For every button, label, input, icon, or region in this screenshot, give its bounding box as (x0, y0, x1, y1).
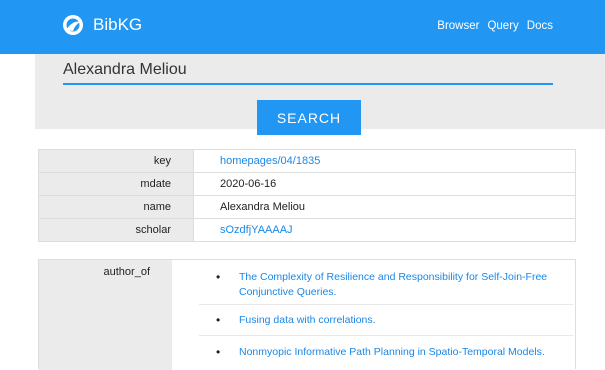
bullet-icon: • (216, 345, 221, 359)
nav-links: Browser Query Docs (437, 20, 553, 32)
field-mdate-label: mdate (38, 172, 194, 196)
publication-link[interactable]: Nonmyopic Informative Path Planning in S… (239, 336, 573, 360)
list-item: • The Complexity of Resilience and Respo… (199, 260, 573, 305)
list-item: • Nonmyopic Informative Path Planning in… (199, 336, 573, 366)
bullet-icon: • (216, 270, 221, 284)
search-input[interactable] (63, 56, 553, 85)
table-row: name Alexandra Meliou (38, 195, 576, 219)
field-name-label: name (38, 195, 194, 219)
table-row: key homepages/04/1835 (38, 149, 576, 173)
bibkg-logo-icon (62, 14, 84, 36)
table-row: scholar sOzdfjYAAAAJ (38, 218, 576, 242)
publication-link[interactable]: The Complexity of Resilience and Respons… (239, 260, 573, 300)
field-key-label: key (38, 149, 194, 173)
search-panel: SEARCH (35, 54, 605, 135)
field-name-value: Alexandra Meliou (193, 195, 576, 219)
brand-name: BibKG (93, 15, 143, 34)
brand-link[interactable]: BibKG (62, 14, 142, 36)
author-of-section: author_of • The Complexity of Resilience… (38, 259, 576, 370)
bullet-icon: • (216, 313, 221, 327)
field-key-value-link[interactable]: homepages/04/1835 (193, 149, 576, 173)
top-navbar: BibKG Browser Query Docs (0, 0, 605, 54)
publication-list: • The Complexity of Resilience and Respo… (199, 260, 573, 366)
author-of-label: author_of (103, 266, 150, 278)
nav-browser-link[interactable]: Browser (437, 20, 479, 32)
publication-link[interactable]: Fusing data with correlations. (239, 305, 573, 328)
list-item: • Fusing data with correlations. (199, 305, 573, 336)
record-table: key homepages/04/1835 mdate 2020-06-16 n… (38, 149, 576, 242)
search-button[interactable]: SEARCH (257, 100, 361, 135)
nav-query-link[interactable]: Query (487, 20, 518, 32)
field-scholar-value-link[interactable]: sOzdfjYAAAAJ (193, 218, 576, 242)
field-mdate-value: 2020-06-16 (193, 172, 576, 196)
nav-docs-link[interactable]: Docs (527, 20, 553, 32)
field-scholar-label: scholar (38, 218, 194, 242)
table-row: mdate 2020-06-16 (38, 172, 576, 196)
author-of-label-cell: author_of (39, 260, 172, 370)
